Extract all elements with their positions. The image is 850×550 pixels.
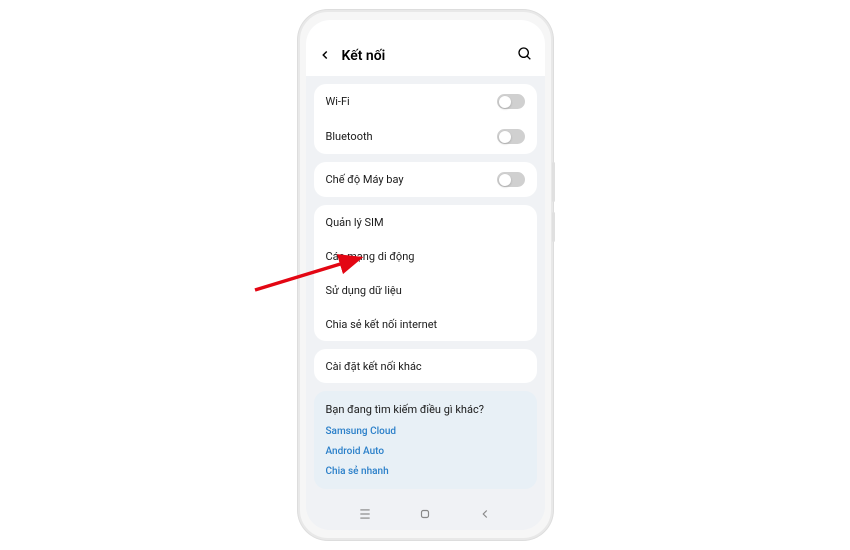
search-icon[interactable]: [517, 46, 533, 66]
row-more-connections[interactable]: Cài đặt kết nối khác: [314, 349, 537, 383]
row-sim[interactable]: Quản lý SIM: [314, 205, 537, 239]
link-quick-share[interactable]: Chia sẻ nhanh: [326, 466, 525, 477]
wifi-toggle[interactable]: [497, 94, 525, 109]
row-airplane[interactable]: Chế độ Máy bay: [314, 162, 537, 197]
nav-home-icon[interactable]: [418, 507, 432, 525]
group-more: Cài đặt kết nối khác: [314, 349, 537, 383]
suggestions-title: Bạn đang tìm kiếm điều gì khác?: [326, 403, 525, 416]
nav-recent-icon[interactable]: [358, 507, 372, 525]
back-icon[interactable]: [318, 47, 332, 66]
wifi-label: Wi-Fi: [326, 95, 497, 108]
screen: Kết nối Wi-Fi Bluetooth Chế độ Máy bay: [306, 20, 545, 530]
airplane-label: Chế độ Máy bay: [326, 173, 497, 186]
row-bluetooth[interactable]: Bluetooth: [314, 119, 537, 154]
sim-label: Quản lý SIM: [326, 216, 525, 229]
nav-back-icon[interactable]: [478, 507, 492, 525]
link-android-auto[interactable]: Android Auto: [326, 446, 525, 457]
row-wifi[interactable]: Wi-Fi: [314, 84, 537, 119]
row-data-usage[interactable]: Sử dụng dữ liệu: [314, 273, 537, 307]
group-mobile: Quản lý SIM Các mạng di động Sử dụng dữ …: [314, 205, 537, 341]
link-samsung-cloud[interactable]: Samsung Cloud: [326, 426, 525, 437]
nav-bar: [306, 502, 545, 530]
more-connections-label: Cài đặt kết nối khác: [326, 360, 525, 373]
group-airplane: Chế độ Máy bay: [314, 162, 537, 197]
row-mobile-networks[interactable]: Các mạng di động: [314, 239, 537, 273]
settings-content: Wi-Fi Bluetooth Chế độ Máy bay Quản lý S…: [306, 76, 545, 502]
bluetooth-label: Bluetooth: [326, 130, 497, 143]
mobile-networks-label: Các mạng di động: [326, 250, 525, 263]
status-bar: [306, 20, 545, 38]
header: Kết nối: [306, 38, 545, 76]
data-usage-label: Sử dụng dữ liệu: [326, 284, 525, 297]
hotspot-label: Chia sẻ kết nối internet: [326, 318, 525, 331]
page-title: Kết nối: [342, 48, 517, 64]
phone-frame: Kết nối Wi-Fi Bluetooth Chế độ Máy bay: [298, 10, 553, 540]
bluetooth-toggle[interactable]: [497, 129, 525, 144]
suggestions-panel: Bạn đang tìm kiếm điều gì khác? Samsung …: [314, 391, 537, 489]
airplane-toggle[interactable]: [497, 172, 525, 187]
group-wireless: Wi-Fi Bluetooth: [314, 84, 537, 154]
row-hotspot[interactable]: Chia sẻ kết nối internet: [314, 307, 537, 341]
